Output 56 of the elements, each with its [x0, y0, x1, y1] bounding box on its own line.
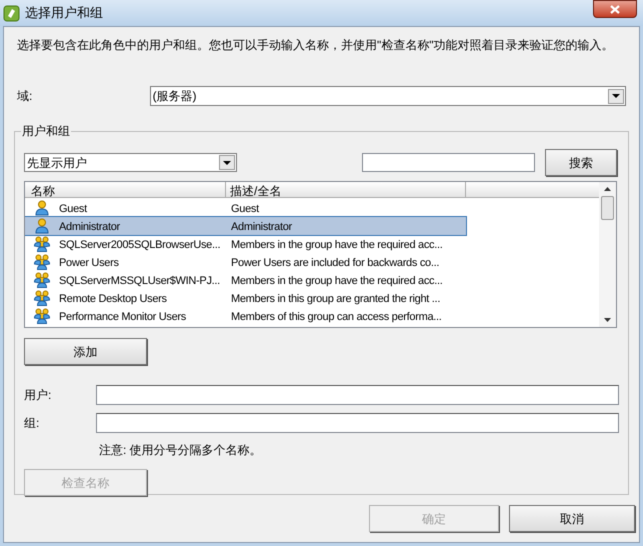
column-header[interactable]: 名称 — [25, 182, 226, 197]
list-row[interactable]: Performance Monitor Users Members of this group can access performa... — [25, 307, 466, 325]
user-name: SQLServerMSSQLUser$WIN-PJ... — [59, 274, 220, 287]
domain-label: 域: — [17, 88, 34, 105]
search-field[interactable] — [362, 153, 535, 172]
list-row[interactable]: Remote Desktop Users Members in this group are granted the right ... — [25, 289, 466, 307]
cancel-button[interactable]: 取消 — [509, 505, 635, 532]
user-icon — [35, 218, 49, 234]
column-header[interactable]: 描述/全名 — [226, 182, 466, 197]
list-row[interactable]: Administrator Administrator — [25, 217, 466, 235]
scroll-thumb[interactable] — [601, 196, 614, 220]
field-label: 用户: — [24, 387, 52, 404]
user-name: Remote Desktop Users — [59, 292, 167, 305]
user-icon — [35, 200, 49, 216]
instruction-text: 选择要包含在此角色中的用户和组。您也可以手动输入名称，并使用"检查名称"功能对照着目录来验证您的输入。 — [17, 37, 615, 54]
list-row[interactable]: SQLServer2005SQLBrowserUse... Members in the group have the required acc... — [25, 235, 466, 253]
app-icon — [3, 4, 20, 22]
list-row[interactable]: Power Users Power Users are included for backwards co... — [25, 253, 466, 271]
users-icon — [34, 254, 50, 270]
scrollbar[interactable] — [599, 182, 616, 327]
caret-icon — [612, 94, 620, 98]
list-row[interactable]: Guest Guest — [25, 199, 466, 217]
input-field[interactable] — [96, 413, 619, 433]
filter-dropdown[interactable]: 先显示用户 — [24, 153, 237, 172]
dropdown-button[interactable] — [608, 88, 624, 104]
user-name: Administrator — [59, 220, 120, 233]
field-label: 组: — [24, 415, 40, 432]
dropdown-button[interactable] — [219, 155, 235, 170]
close-icon — [610, 4, 620, 14]
list-row[interactable]: SQLServerMSSQLUser$WIN-PJ... Members in the group have the required acc... — [25, 271, 466, 289]
note-text: 注意: 使用分号分隔多个名称。 — [99, 442, 263, 459]
users-icon — [34, 236, 50, 252]
caret-icon — [223, 160, 231, 164]
user-description: Guest — [231, 202, 259, 215]
user-description: Members in this group are granted the right ... — [231, 292, 440, 305]
user-description: Administrator — [231, 220, 292, 233]
user-name: Guest — [59, 202, 87, 215]
user-description: Members of this group can access performa... — [231, 310, 442, 323]
users-icon — [34, 308, 50, 324]
user-name: SQLServer2005SQLBrowserUse... — [59, 238, 220, 251]
user-description: Members in the group have the required acc... — [231, 238, 443, 251]
user-name: Performance Monitor Users — [59, 310, 186, 323]
users-icon — [34, 290, 50, 306]
group-box-title: 用户和组 — [21, 123, 71, 140]
add-button[interactable]: 添加 — [24, 338, 147, 365]
close-button[interactable] — [593, 0, 637, 18]
scroll-up-icon[interactable] — [604, 187, 611, 191]
search-button[interactable]: 搜索 — [545, 149, 617, 176]
users-icon — [34, 272, 50, 288]
domain-dropdown[interactable]: (服务器) — [150, 86, 626, 106]
user-description: Power Users are included for backwards co... — [231, 256, 440, 269]
scroll-down-icon[interactable] — [604, 318, 611, 322]
user-description: Members in the group have the required acc... — [231, 274, 443, 287]
window-title: 选择用户和组 — [25, 4, 103, 22]
input-field[interactable] — [96, 385, 619, 405]
user-name: Power Users — [59, 256, 119, 269]
